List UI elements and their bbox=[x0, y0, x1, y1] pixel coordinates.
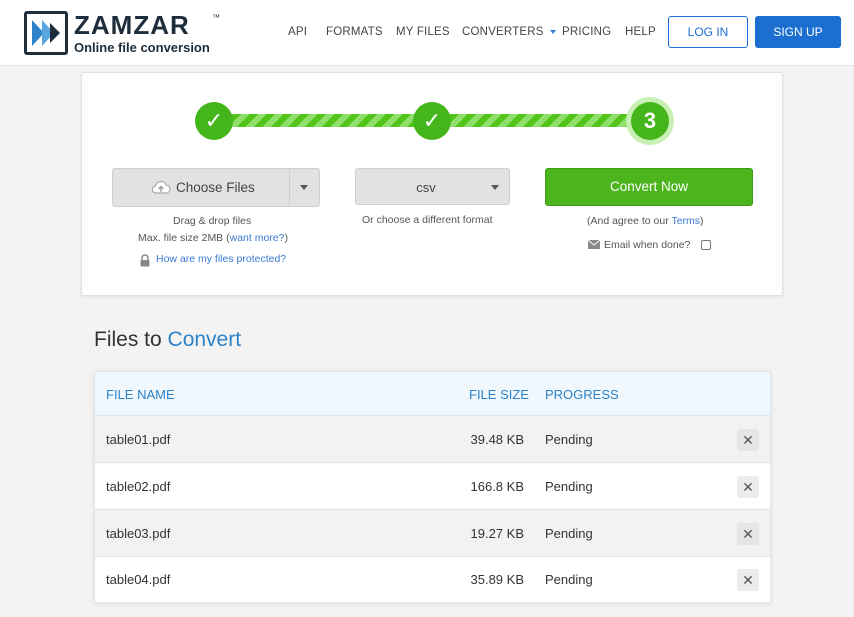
nav-pricing[interactable]: PRICING bbox=[562, 25, 611, 39]
zamzar-logo[interactable]: ZAMZAR ™ Online file conversion bbox=[24, 11, 224, 57]
file-progress: Pending bbox=[545, 479, 593, 494]
agree-close: ) bbox=[700, 215, 704, 227]
remove-file-close-icon[interactable]: ✕ bbox=[737, 523, 759, 545]
file-size: 35.89 KB bbox=[470, 572, 525, 587]
format-selected-value: csv bbox=[416, 180, 436, 195]
step-2-check-icon: ✓ bbox=[413, 102, 451, 140]
table-row: table03.pdf 19.27 KB Pending ✕ bbox=[95, 510, 770, 557]
drag-drop-text: Drag & drop files bbox=[173, 215, 252, 227]
step-3-indicator: 3 bbox=[631, 102, 669, 140]
caret-down-icon bbox=[549, 29, 556, 34]
email-when-done-label: Email when done? bbox=[604, 239, 691, 251]
agree-terms-text: (And agree to our Terms) bbox=[587, 215, 704, 228]
step-1-check-icon: ✓ bbox=[195, 102, 233, 140]
table-row: table04.pdf 35.89 KB Pending ✕ bbox=[95, 556, 770, 603]
nav-api[interactable]: API bbox=[288, 25, 307, 39]
choose-files-label: Choose Files bbox=[176, 180, 255, 195]
login-button[interactable]: LOG IN bbox=[668, 16, 748, 48]
column-progress: PROGRESS bbox=[545, 387, 619, 402]
logo-trademark: ™ bbox=[212, 13, 220, 22]
caret-down-icon bbox=[300, 185, 308, 190]
nav-formats[interactable]: FORMATS bbox=[326, 25, 383, 39]
lock-icon bbox=[140, 254, 150, 267]
files-protected-link[interactable]: How are my files protected? bbox=[156, 253, 286, 266]
format-hint-text: Or choose a different format bbox=[362, 214, 493, 226]
caret-down-icon bbox=[491, 185, 499, 190]
file-size: 39.48 KB bbox=[470, 432, 525, 447]
convert-now-button[interactable]: Convert Now bbox=[545, 168, 753, 206]
file-name: table02.pdf bbox=[106, 479, 171, 494]
nav-my-files[interactable]: MY FILES bbox=[396, 25, 450, 39]
files-table-header: FILE NAME FILE SIZE PROGRESS bbox=[95, 372, 770, 416]
terms-link[interactable]: Terms bbox=[671, 215, 700, 227]
email-when-done-checkbox[interactable] bbox=[701, 240, 711, 250]
files-table: FILE NAME FILE SIZE PROGRESS table01.pdf… bbox=[94, 371, 771, 603]
column-file-name: FILE NAME bbox=[106, 387, 175, 402]
progress-track-2 bbox=[432, 114, 650, 127]
file-name: table01.pdf bbox=[106, 432, 171, 447]
file-size: 19.27 KB bbox=[470, 526, 525, 541]
section-title-plain: Files to bbox=[94, 328, 162, 351]
remove-file-close-icon[interactable]: ✕ bbox=[737, 476, 759, 498]
table-row: table02.pdf 166.8 KB Pending ✕ bbox=[95, 463, 770, 510]
signup-button[interactable]: SIGN UP bbox=[755, 16, 841, 48]
logo-arrows-icon bbox=[24, 11, 68, 55]
max-size-text: Max. file size 2MB (want more?) bbox=[138, 232, 288, 244]
cloud-upload-icon bbox=[151, 181, 171, 194]
nav-help[interactable]: HELP bbox=[625, 25, 656, 39]
table-row: table01.pdf 39.48 KB Pending ✕ bbox=[95, 416, 770, 463]
agree-text: (And agree to our bbox=[587, 215, 669, 227]
file-name: table04.pdf bbox=[106, 572, 171, 587]
choose-files-button[interactable]: Choose Files bbox=[113, 169, 290, 206]
nav-converters[interactable]: CONVERTERS bbox=[462, 25, 556, 39]
section-title-accent: Convert bbox=[167, 328, 242, 351]
file-progress: Pending bbox=[545, 526, 593, 541]
choose-files-dropdown[interactable] bbox=[290, 169, 319, 206]
file-name: table03.pdf bbox=[106, 526, 171, 541]
remove-file-close-icon[interactable]: ✕ bbox=[737, 429, 759, 451]
nav-converters-label: CONVERTERS bbox=[462, 26, 544, 38]
logo-wordmark: ZAMZAR bbox=[74, 10, 190, 40]
remove-file-close-icon[interactable]: ✕ bbox=[737, 569, 759, 591]
logo-tagline: Online file conversion bbox=[74, 40, 210, 55]
want-more-link[interactable]: want more? bbox=[230, 232, 285, 244]
file-progress: Pending bbox=[545, 572, 593, 587]
file-size: 166.8 KB bbox=[470, 479, 525, 494]
column-file-size: FILE SIZE bbox=[469, 387, 529, 402]
choose-files-group: Choose Files bbox=[112, 168, 320, 207]
envelope-icon bbox=[588, 240, 600, 249]
format-select[interactable]: csv bbox=[355, 168, 510, 205]
progress-track-1 bbox=[214, 114, 432, 127]
site-header: ZAMZAR ™ Online file conversion API FORM… bbox=[0, 0, 854, 66]
files-section-title: Files to Convert bbox=[94, 327, 241, 353]
file-progress: Pending bbox=[545, 432, 593, 447]
max-size-label: Max. file size 2MB bbox=[138, 232, 224, 244]
